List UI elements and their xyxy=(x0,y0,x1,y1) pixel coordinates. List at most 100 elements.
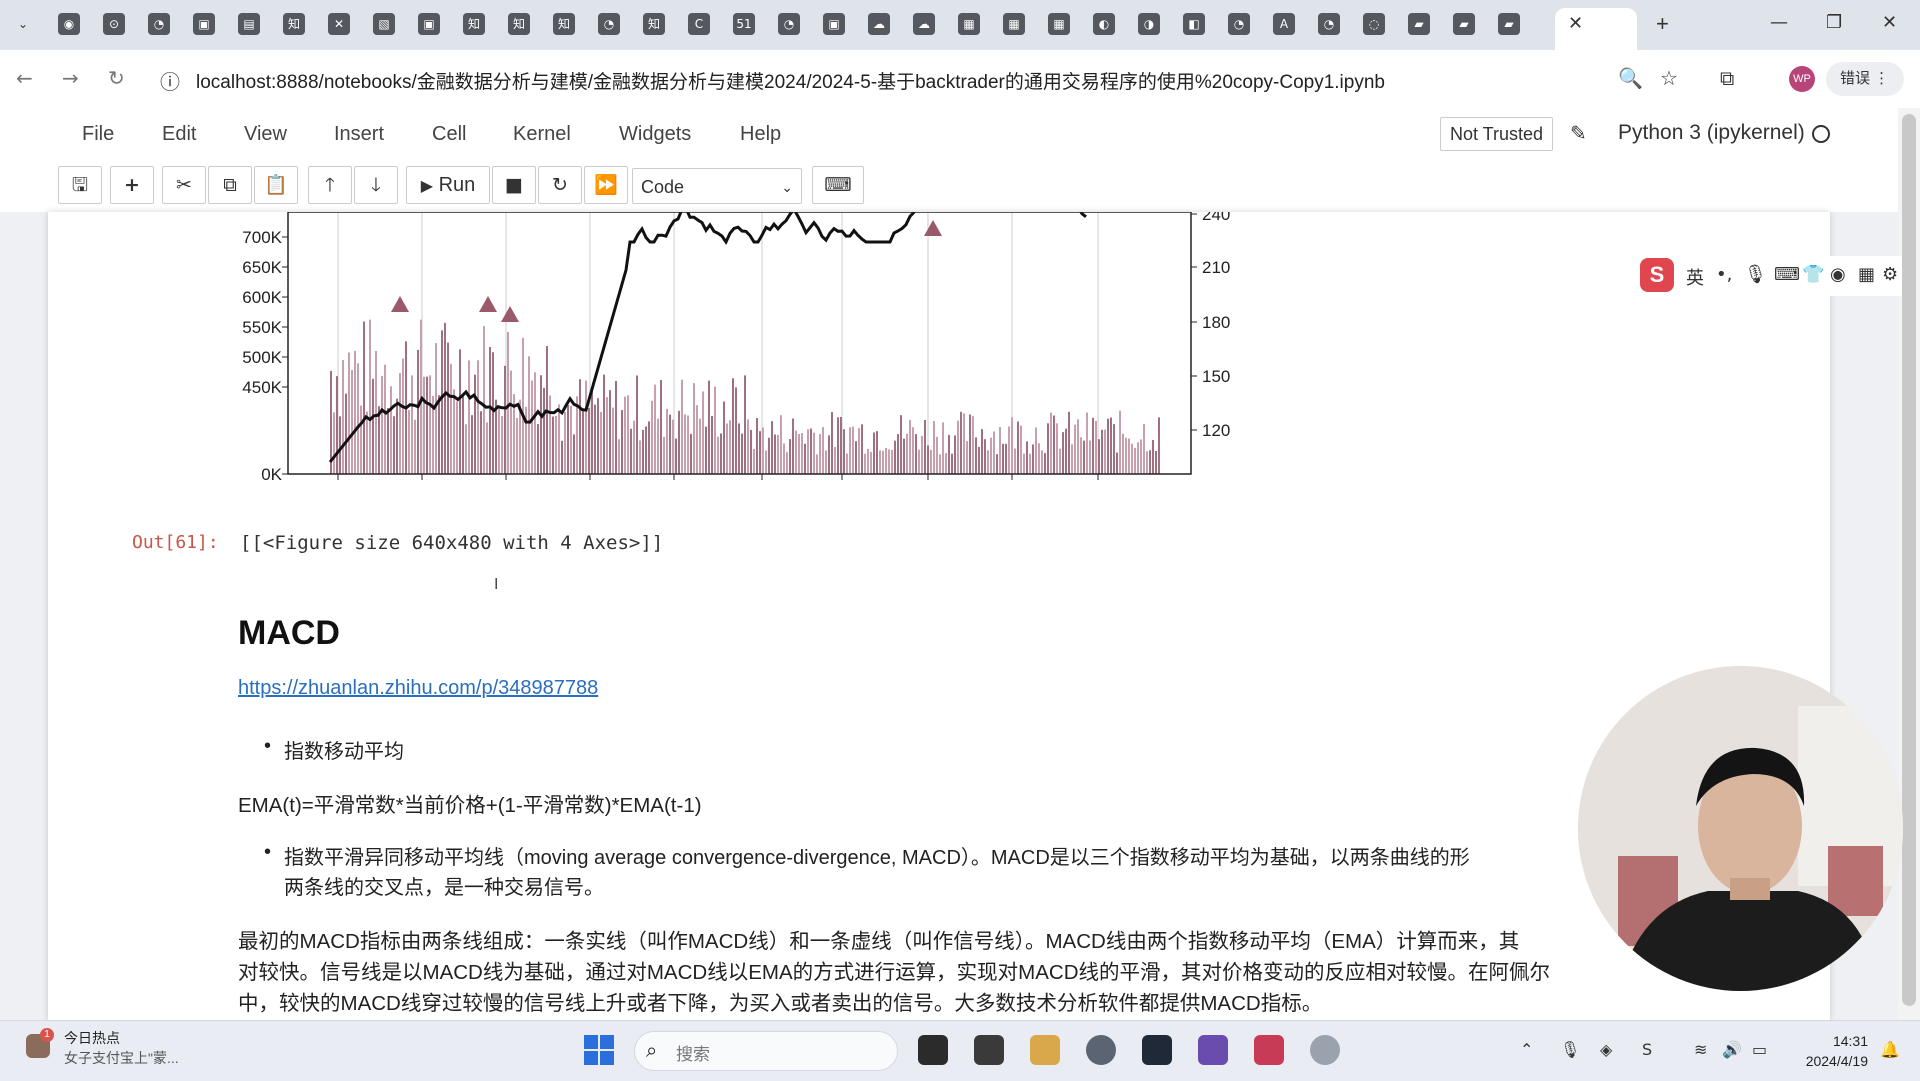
forward-icon[interactable]: → xyxy=(62,66,79,90)
tab-favicon[interactable]: C xyxy=(688,13,710,35)
save-button[interactable]: 🖫 xyxy=(58,166,102,204)
menu-kernel[interactable]: Kernel xyxy=(513,123,571,146)
tray-mic-icon[interactable]: 🎙 xyxy=(1560,1040,1580,1059)
tab-favicon[interactable]: ☁ xyxy=(913,13,935,35)
restart-button[interactable]: ↻ xyxy=(538,166,582,204)
tab-favicon[interactable]: ◉ xyxy=(58,13,80,35)
notification-icon[interactable]: 🔔 xyxy=(1880,1040,1900,1059)
zhihu-link[interactable]: https://zhuanlan.zhihu.com/p/348987788 xyxy=(238,677,598,700)
tab-favicon[interactable]: ◔ xyxy=(148,13,170,35)
file-explorer-icon[interactable] xyxy=(1030,1035,1060,1065)
tab-favicon[interactable]: ▣ xyxy=(418,13,440,35)
tab-favicon[interactable]: ▦ xyxy=(958,13,980,35)
tab-favicon[interactable]: ◧ xyxy=(1183,13,1205,35)
news-title[interactable]: 今日热点 xyxy=(64,1028,120,1048)
insert-cell-button[interactable]: + xyxy=(110,166,154,204)
news-subtitle[interactable]: 女子支付宝上"蒙... xyxy=(64,1048,179,1068)
settings-icon[interactable]: ⚙ xyxy=(1882,264,1898,285)
new-tab-button[interactable]: + xyxy=(1656,11,1669,37)
microphone-icon[interactable]: 🎙 xyxy=(1744,264,1767,285)
app-icon-terminal[interactable] xyxy=(918,1035,948,1065)
wps-icon[interactable] xyxy=(1254,1035,1284,1065)
tab-favicon[interactable]: ⊙ xyxy=(103,13,125,35)
tray-app-icon[interactable]: ◈ xyxy=(1600,1040,1612,1059)
menu-insert[interactable]: Insert xyxy=(334,123,384,146)
menu-view[interactable]: View xyxy=(244,123,287,146)
app-icon-record[interactable] xyxy=(1310,1035,1340,1065)
chrome-icon[interactable] xyxy=(1086,1035,1116,1065)
zoom-icon[interactable]: 🔍 xyxy=(1618,66,1643,90)
move-down-button[interactable]: 🡓 xyxy=(354,166,398,204)
app-icon-screen[interactable] xyxy=(974,1035,1004,1065)
tab-favicon[interactable]: ✕ xyxy=(328,13,350,35)
ime-mode-label[interactable]: 英 xyxy=(1686,264,1704,290)
move-up-button[interactable]: 🡑 xyxy=(308,166,352,204)
tab-menu-icon[interactable]: ⌄ xyxy=(12,13,34,35)
command-palette-button[interactable]: ⌨ xyxy=(812,166,864,204)
tab-favicon[interactable]: 知 xyxy=(283,13,305,35)
ime-toolbar[interactable]: S 英 •, 🎙 ⌨ 👕 ◉ ▦ ⚙ xyxy=(1636,256,1902,296)
tab-favicon[interactable]: ☁ xyxy=(868,13,890,35)
keyboard-icon[interactable]: ⌨ xyxy=(1774,264,1800,285)
tab-favicon[interactable]: ▤ xyxy=(238,13,260,35)
run-button[interactable]: ▶ Run xyxy=(406,166,490,204)
cut-button[interactable]: ✂ xyxy=(162,166,206,204)
tab-favicon[interactable]: ◐ xyxy=(1093,13,1115,35)
maximize-icon[interactable]: ❐ xyxy=(1826,12,1842,33)
tab-favicon[interactable]: ◌ xyxy=(1363,13,1385,35)
tab-favicon[interactable]: ▰ xyxy=(1453,13,1475,35)
tab-favicon[interactable]: 知 xyxy=(643,13,665,35)
scrollbar-thumb[interactable] xyxy=(1902,114,1916,1006)
tab-favicon[interactable]: ▦ xyxy=(1048,13,1070,35)
battery-icon[interactable]: ▭ xyxy=(1752,1040,1767,1059)
punctuation-icon[interactable]: •, xyxy=(1716,264,1732,285)
not-trusted-button[interactable]: Not Trusted xyxy=(1440,117,1554,151)
tab-favicon[interactable]: ▦ xyxy=(1003,13,1025,35)
restart-run-all-button[interactable]: ⏩ xyxy=(584,166,628,204)
grid-icon[interactable]: ▦ xyxy=(1858,264,1875,285)
tab-favicon[interactable]: ◔ xyxy=(778,13,800,35)
tab-favicon[interactable]: 知 xyxy=(508,13,530,35)
volume-icon[interactable]: 🔊 xyxy=(1722,1040,1742,1059)
console-icon[interactable] xyxy=(1142,1035,1172,1065)
tab-favicon[interactable]: 51 xyxy=(733,13,755,35)
url-field[interactable]: localhost:8888/notebooks/金融数据分析与建模/金融数据分… xyxy=(196,67,1385,94)
cell-type-select[interactable]: Code ⌄ xyxy=(632,168,802,204)
tab-favicon[interactable]: ▰ xyxy=(1498,13,1520,35)
interrupt-button[interactable]: ■ xyxy=(492,166,536,204)
menu-edit[interactable]: Edit xyxy=(162,123,196,146)
tab-favicon[interactable]: ◔ xyxy=(1228,13,1250,35)
tab-favicon[interactable]: ▰ xyxy=(1408,13,1430,35)
taskbar-clock[interactable]: 14:31 2024/4/19 xyxy=(1798,1031,1868,1071)
tab-favicon[interactable]: 知 xyxy=(463,13,485,35)
edit-pencil-icon[interactable]: ✎ xyxy=(1570,121,1587,146)
menu-file[interactable]: File xyxy=(82,123,114,146)
paste-button[interactable]: 📋 xyxy=(254,166,298,204)
app-icon-purple[interactable] xyxy=(1198,1035,1228,1065)
tab-favicon[interactable]: ◔ xyxy=(1318,13,1340,35)
menu-widgets[interactable]: Widgets xyxy=(619,123,691,146)
tray-sogou-icon[interactable]: S xyxy=(1642,1040,1652,1059)
menu-help[interactable]: Help xyxy=(740,123,781,146)
tab-favicon[interactable]: ◔ xyxy=(598,13,620,35)
menu-cell[interactable]: Cell xyxy=(432,123,466,146)
close-tab-icon[interactable]: ✕ xyxy=(1568,13,1583,34)
site-info-icon[interactable]: ⓘ xyxy=(160,66,180,95)
tab-favicon[interactable]: ▣ xyxy=(193,13,215,35)
extensions-icon[interactable]: ⧉ xyxy=(1720,66,1734,90)
kernel-name[interactable]: Python 3 (ipykernel) xyxy=(1618,121,1805,145)
error-button[interactable]: 错误 ⋮ xyxy=(1826,62,1904,96)
tray-chevron-icon[interactable]: ⌃ xyxy=(1520,1040,1533,1059)
tab-favicon[interactable]: A xyxy=(1273,13,1295,35)
tab-favicon[interactable]: 知 xyxy=(553,13,575,35)
tab-favicon[interactable]: ▧ xyxy=(373,13,395,35)
game-icon[interactable]: ◉ xyxy=(1830,264,1846,285)
close-window-icon[interactable]: ✕ xyxy=(1882,12,1897,33)
minimize-icon[interactable]: — xyxy=(1770,12,1788,33)
back-icon[interactable]: ← xyxy=(16,66,33,90)
wifi-icon[interactable]: ≋ xyxy=(1694,1040,1707,1059)
tab-favicon[interactable]: ▣ xyxy=(823,13,845,35)
start-button[interactable] xyxy=(584,1035,614,1065)
reload-icon[interactable]: ↻ xyxy=(108,66,125,90)
tab-favicon[interactable]: ◑ xyxy=(1138,13,1160,35)
